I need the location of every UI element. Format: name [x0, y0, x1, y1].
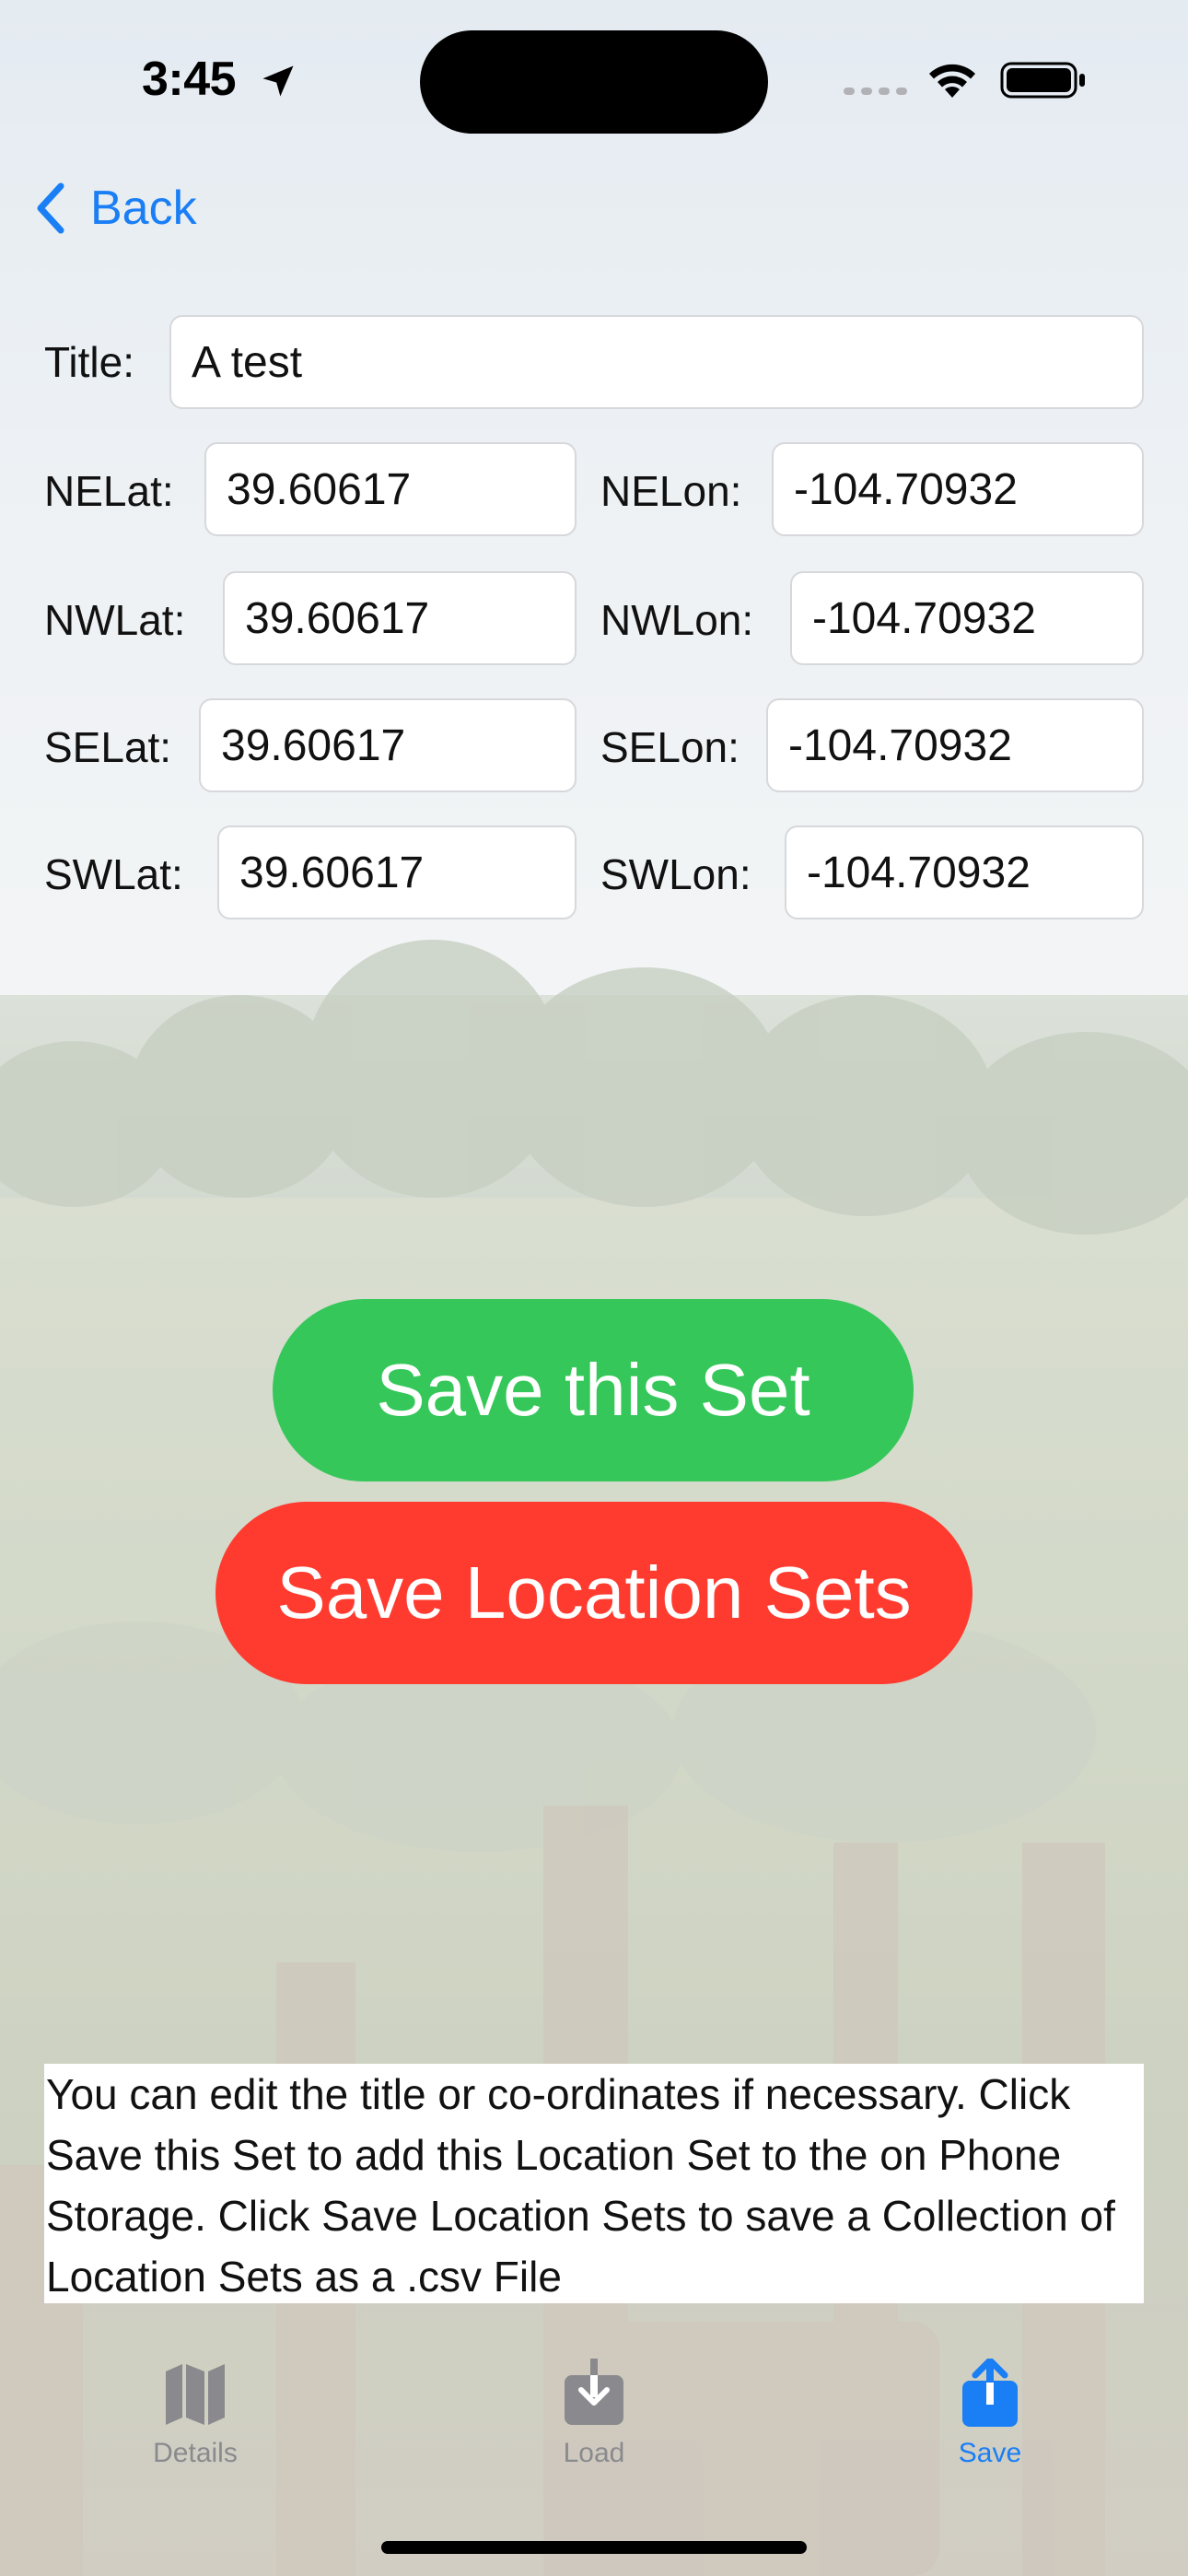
swlon-label: SWLon:	[600, 850, 751, 898]
cellular-signal-icon	[844, 88, 907, 95]
title-field[interactable]: A test	[169, 315, 1144, 409]
back-button[interactable]: Back	[33, 181, 197, 236]
tab-details[interactable]: Details	[103, 2359, 287, 2469]
nwlon-label: NWLon:	[600, 596, 754, 644]
map-icon	[166, 2364, 225, 2425]
save-this-set-button[interactable]: Save this Set	[273, 1299, 914, 1481]
nelon-field[interactable]: -104.70932	[772, 442, 1144, 536]
location-arrow-icon	[262, 65, 294, 97]
tab-save[interactable]: Save	[898, 2359, 1082, 2469]
wifi-icon	[929, 64, 975, 98]
save-location-sets-button[interactable]: Save Location Sets	[215, 1502, 973, 1684]
download-tray-icon	[565, 2359, 623, 2425]
tab-save-label: Save	[958, 2438, 1022, 2468]
help-text: You can edit the title or co-ordinates i…	[44, 2064, 1144, 2303]
title-label: Title:	[44, 338, 134, 386]
tab-details-label: Details	[153, 2438, 238, 2468]
back-label: Back	[90, 181, 197, 235]
nelat-label: NELat:	[44, 467, 174, 515]
selat-field[interactable]: 39.60617	[199, 698, 577, 792]
nwlon-field[interactable]: -104.70932	[790, 571, 1144, 665]
home-indicator	[381, 2541, 807, 2554]
selon-field[interactable]: -104.70932	[766, 698, 1144, 792]
tab-load-label: Load	[563, 2438, 625, 2468]
dynamic-island	[420, 30, 768, 134]
swlat-label: SWLat:	[44, 850, 183, 898]
share-upload-icon	[962, 2359, 1018, 2427]
battery-icon	[1000, 62, 1085, 99]
swlat-field[interactable]: 39.60617	[217, 825, 577, 919]
selon-label: SELon:	[600, 723, 740, 771]
swlon-field[interactable]: -104.70932	[785, 825, 1144, 919]
nwlat-label: NWLat:	[44, 596, 186, 644]
nelat-field[interactable]: 39.60617	[204, 442, 577, 536]
nwlat-field[interactable]: 39.60617	[223, 571, 577, 665]
tab-load[interactable]: Load	[502, 2359, 686, 2469]
status-time: 3:45	[142, 53, 237, 106]
chevron-left-icon	[37, 182, 64, 234]
selat-label: SELat:	[44, 723, 172, 771]
nelon-label: NELon:	[600, 467, 742, 515]
